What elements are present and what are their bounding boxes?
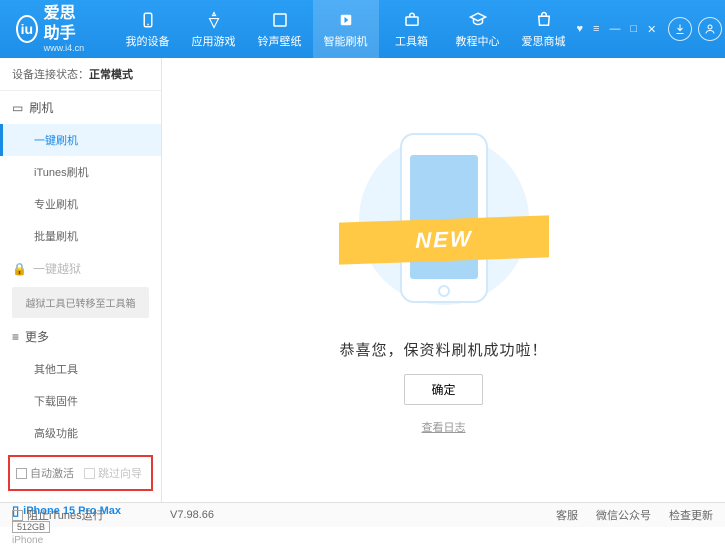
device-info: ▯ iPhone 15 Pro Max 512GB iPhone xyxy=(0,497,161,552)
footer-link-support[interactable]: 客服 xyxy=(556,507,578,523)
top-nav: 我的设备 应用游戏 铃声壁纸 智能刷机 工具箱 教程中心 爱思商城 xyxy=(115,0,577,58)
tutorial-icon xyxy=(468,10,488,30)
flash-section-icon: ▭ xyxy=(12,101,23,115)
download-button[interactable] xyxy=(668,17,692,41)
nav-label: 工具箱 xyxy=(395,33,428,49)
nav-ringtones[interactable]: 铃声壁纸 xyxy=(247,0,313,58)
store-icon xyxy=(534,10,554,30)
nav-label: 我的设备 xyxy=(126,33,170,49)
section-jailbreak: 🔒 一键越狱 xyxy=(0,252,161,285)
main-content: NEW 恭喜您，保资料刷机成功啦！ 确定 查看日志 xyxy=(162,58,725,502)
nav-label: 教程中心 xyxy=(456,33,500,49)
nav-label: 应用游戏 xyxy=(192,33,236,49)
nav-apps[interactable]: 应用游戏 xyxy=(181,0,247,58)
apps-icon xyxy=(204,10,224,30)
footer-link-update[interactable]: 检查更新 xyxy=(669,507,713,523)
sidebar-item-itunes-flash[interactable]: iTunes刷机 xyxy=(0,156,161,188)
nav-label: 铃声壁纸 xyxy=(258,33,302,49)
nav-tutorials[interactable]: 教程中心 xyxy=(445,0,511,58)
logo-area: iu 爱思助手 www.i4.cn xyxy=(0,4,107,53)
nav-my-device[interactable]: 我的设备 xyxy=(115,0,181,58)
header-right: ♥ ≡ — □ ✕ xyxy=(577,17,725,41)
sidebar-item-download-firmware[interactable]: 下载固件 xyxy=(0,385,161,417)
activation-options: 自动激活 跳过向导 xyxy=(8,455,153,491)
wallpaper-icon xyxy=(270,10,290,30)
flash-icon xyxy=(336,10,356,30)
ribbon-text: NEW xyxy=(415,226,472,254)
success-graphic: NEW xyxy=(359,125,529,325)
sidebar-item-pro-flash[interactable]: 专业刷机 xyxy=(0,188,161,220)
sidebar: 设备连接状态：正常模式 ▭ 刷机 一键刷机 iTunes刷机 专业刷机 批量刷机… xyxy=(0,58,162,502)
sidebar-item-other-tools[interactable]: 其他工具 xyxy=(0,353,161,385)
section-flash[interactable]: ▭ 刷机 xyxy=(0,91,161,124)
ok-button[interactable]: 确定 xyxy=(404,374,482,405)
sidebar-item-oneclick-flash[interactable]: 一键刷机 xyxy=(0,124,161,156)
checkbox-block-itunes[interactable]: 阻止iTunes运行 xyxy=(12,507,104,523)
device-status: 设备连接状态：正常模式 xyxy=(0,58,161,91)
section-more[interactable]: ≡ 更多 xyxy=(0,320,161,353)
success-message: 恭喜您，保资料刷机成功啦！ xyxy=(339,339,547,360)
nav-toolbox[interactable]: 工具箱 xyxy=(379,0,445,58)
window-controls: ♥ ≡ — □ ✕ xyxy=(577,23,657,36)
menu-icon[interactable]: ≡ xyxy=(593,23,599,36)
app-title: 爱思助手 xyxy=(44,4,91,42)
logo-icon: iu xyxy=(16,15,38,43)
nav-smart-flash[interactable]: 智能刷机 xyxy=(313,0,379,58)
more-section-icon: ≡ xyxy=(12,330,19,344)
checkbox-skip-guide[interactable]: 跳过向导 xyxy=(84,465,142,481)
close-icon[interactable]: ✕ xyxy=(647,23,656,36)
toolbox-icon xyxy=(402,10,422,30)
sidebar-item-advanced[interactable]: 高级功能 xyxy=(0,417,161,449)
checkbox-auto-activate[interactable]: 自动激活 xyxy=(16,465,74,481)
minimize-icon[interactable]: — xyxy=(609,23,620,36)
nav-store[interactable]: 爱思商城 xyxy=(511,0,577,58)
app-header: iu 爱思助手 www.i4.cn 我的设备 应用游戏 铃声壁纸 智能刷机 工具… xyxy=(0,0,725,58)
user-button[interactable] xyxy=(698,17,722,41)
device-type: iPhone xyxy=(12,535,149,546)
app-subtitle: www.i4.cn xyxy=(44,43,91,54)
view-log-link[interactable]: 查看日志 xyxy=(422,419,466,435)
version-label: V7.98.66 xyxy=(170,509,214,521)
sidebar-item-batch-flash[interactable]: 批量刷机 xyxy=(0,220,161,252)
jailbreak-note: 越狱工具已转移至工具箱 xyxy=(12,287,149,318)
menu-icon[interactable]: ♥ xyxy=(577,23,584,36)
lock-icon: 🔒 xyxy=(12,262,27,276)
nav-label: 爱思商城 xyxy=(522,33,566,49)
device-icon xyxy=(138,10,158,30)
nav-label: 智能刷机 xyxy=(324,33,368,49)
footer-link-wechat[interactable]: 微信公众号 xyxy=(596,507,651,523)
maximize-icon[interactable]: □ xyxy=(630,23,637,36)
